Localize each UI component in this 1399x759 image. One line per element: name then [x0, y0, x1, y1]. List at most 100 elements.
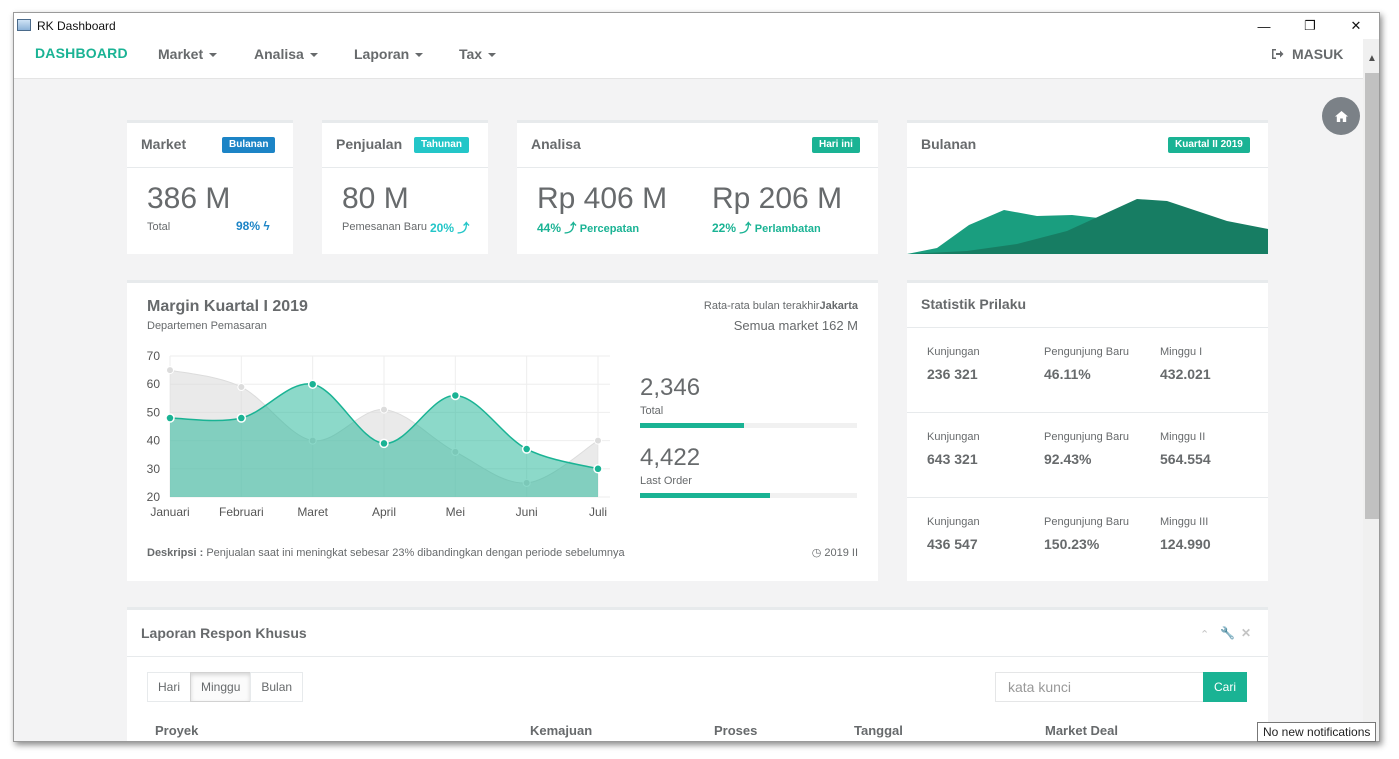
vertical-scrollbar[interactable]: ▲ ▼: [1363, 39, 1379, 741]
market-card-title: Market: [141, 136, 187, 152]
stat1-progress-bar: [640, 423, 745, 428]
period-hari-button[interactable]: Hari: [147, 672, 192, 702]
nav-laporan[interactable]: Laporan: [354, 46, 424, 62]
column-kemajuan[interactable]: Kemajuan: [530, 723, 592, 738]
analisa-card-title: Analisa: [531, 136, 581, 152]
data-point: [380, 405, 388, 414]
data-point: [450, 390, 461, 401]
statistik-row: Kunjungan 436 547 Pengunjung Baru 150.23% Mi…: [907, 498, 1268, 583]
chevron-up-icon[interactable]: ⌃: [1200, 628, 1209, 641]
wrench-icon[interactable]: 🔧: [1220, 626, 1235, 640]
stat2-value: 4,422: [640, 444, 701, 471]
column-proyek[interactable]: Proyek: [155, 723, 198, 738]
restore-button[interactable]: ❐: [1287, 15, 1333, 37]
column-proses[interactable]: Proses: [714, 723, 757, 738]
statistik-label: Kunjungan: [927, 431, 980, 443]
penjualan-card-title: Penjualan: [336, 136, 403, 152]
statistik-label: Minggu III: [1160, 516, 1209, 528]
analisa-label-2: Perlambatan: [754, 223, 821, 235]
penjualan-badge: Tahunan: [414, 137, 469, 153]
title-bar: RK Dashboard — ❐ ✕: [14, 13, 1379, 39]
data-point: [593, 464, 603, 474]
period-text: 2019 II: [824, 547, 858, 559]
data-point: [307, 379, 318, 389]
statistik-label: Pengunjung Baru: [1044, 431, 1130, 443]
app-window: RK Dashboard — ❐ ✕ DASHBOARD Market Anal…: [13, 12, 1380, 742]
y-tick-label: 50: [147, 405, 161, 419]
x-tick-label: Januari: [150, 505, 189, 519]
level-up-icon: ⤴: [564, 221, 577, 235]
scroll-thumb[interactable]: [1365, 73, 1379, 519]
statistik-value: 46.11%: [1044, 366, 1091, 382]
analisa-card: Analisa Hari ini Rp 406 M 44% ⤴ Percepat…: [517, 120, 878, 254]
avg-value: Semua market 162 M: [733, 318, 858, 333]
bolt-icon: ϟ: [263, 219, 270, 233]
market-sub: Total: [147, 221, 171, 233]
close-button[interactable]: ✕: [1333, 15, 1379, 37]
clock-icon: ◷: [811, 547, 822, 559]
data-point: [166, 366, 174, 375]
level-up-icon: ⤴: [457, 221, 470, 235]
laporan-card: Laporan Respon Khusus ⌃ 🔧 ✕ Hari Minggu …: [127, 607, 1268, 741]
keyword-search-input[interactable]: kata kunci: [995, 672, 1205, 702]
login-button[interactable]: MASUK: [1271, 46, 1343, 62]
bulanan-card: Bulanan Kuartal II 2019: [907, 120, 1268, 254]
nav-analisa[interactable]: Analisa: [254, 46, 318, 62]
market-value: 386 M: [147, 182, 231, 215]
column-tanggal[interactable]: Tanggal: [854, 723, 903, 738]
y-tick-label: 40: [147, 434, 161, 448]
x-tick-label: April: [372, 505, 396, 519]
minimize-button[interactable]: —: [1241, 15, 1287, 37]
analisa-value-2: Rp 206 M: [712, 182, 843, 215]
statistik-value: 436 547: [927, 536, 978, 552]
stat1-label: Total: [640, 405, 664, 417]
caret-down-icon: [415, 53, 424, 58]
statistik-row: Kunjungan 643 321 Pengunjung Baru 92.43% Min…: [907, 413, 1268, 498]
penjualan-pct-value: 20%: [430, 221, 455, 235]
period-info: ◷ 2019 II: [812, 546, 858, 559]
market-pct: 98% ϟ: [236, 219, 270, 233]
brand-dashboard-link[interactable]: DASHBOARD: [35, 45, 128, 61]
nav-tax[interactable]: Tax: [459, 46, 497, 62]
data-point: [521, 444, 532, 454]
data-point: [594, 436, 602, 445]
avg-city: Jakarta: [819, 300, 858, 312]
avg-label-text: Rata-rata bulan terakhir: [703, 300, 820, 312]
column-market-deal[interactable]: Market Deal: [1045, 723, 1118, 738]
statistik-label: Pengunjung Baru: [1044, 516, 1130, 528]
stat2-progress: [640, 493, 857, 498]
search-button[interactable]: Cari: [1203, 672, 1247, 702]
statistik-label: Kunjungan: [927, 516, 980, 528]
bulanan-badge: Kuartal II 2019: [1168, 137, 1250, 153]
period-bulan-button[interactable]: Bulan: [250, 672, 304, 702]
margin-card: Margin Kuartal I 2019 Departemen Pemasar…: [127, 280, 878, 581]
home-button[interactable]: [1322, 97, 1360, 135]
period-minggu-button[interactable]: Minggu: [190, 672, 252, 702]
top-navbar: DASHBOARD Market Analisa Laporan Tax MAS…: [14, 39, 1363, 79]
nav-market[interactable]: Market: [158, 46, 218, 62]
nav-tax-label: Tax: [459, 46, 483, 62]
statistik-value: 432.021: [1160, 366, 1211, 382]
margin-subtitle: Departemen Pemasaran: [147, 320, 267, 332]
analisa-label-1: Percepatan: [579, 223, 640, 235]
scroll-up-icon[interactable]: ▲: [1367, 53, 1377, 64]
caret-down-icon: [209, 53, 218, 58]
statistik-value: 236 321: [927, 366, 978, 382]
statistik-value: 643 321: [927, 451, 978, 467]
x-tick-label: Mei: [446, 505, 465, 519]
laporan-title: Laporan Respon Khusus: [141, 625, 307, 641]
analisa-stat-2: 22% ⤴ Perlambatan: [712, 219, 821, 236]
statistik-value: 92.43%: [1044, 451, 1092, 467]
bulanan-card-title: Bulanan: [921, 136, 977, 152]
x-tick-label: Juni: [516, 505, 538, 519]
window-title: RK Dashboard: [37, 19, 116, 33]
description-text: Penjualan saat ini meningkat sebesar 23%…: [206, 547, 625, 559]
penjualan-card: Penjualan Tahunan 80 M Pemesanan Baru 20…: [322, 120, 488, 254]
close-icon[interactable]: ✕: [1241, 626, 1251, 640]
y-tick-label: 60: [147, 377, 161, 391]
period-button-group: Hari Minggu Bulan: [147, 672, 304, 702]
margin-title: Margin Kuartal I 2019: [147, 298, 308, 315]
nav-laporan-label: Laporan: [354, 46, 410, 62]
margin-area-chart: 20 30 40 50 60 70 Januari Februari Maret April Mei…: [147, 349, 610, 519]
statistik-title: Statistik Prilaku: [921, 296, 1027, 312]
